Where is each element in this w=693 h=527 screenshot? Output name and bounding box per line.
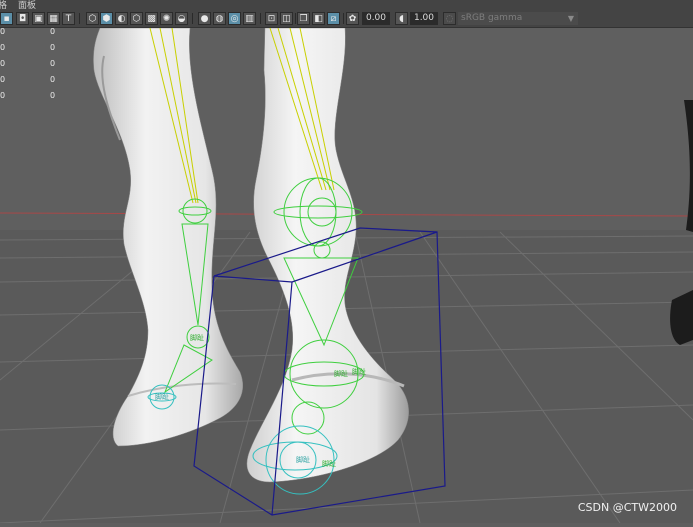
menu-bar: 格 面板	[0, 0, 693, 10]
toolbar-separator	[79, 13, 80, 24]
joint-label: 脚趾	[352, 367, 366, 376]
color-management-icon[interactable]: ◌	[443, 12, 456, 25]
toolbar-separator	[295, 13, 296, 24]
wireframe-on-shaded-icon[interactable]: ⬡	[130, 12, 143, 25]
field-chart-icon[interactable]: T	[62, 12, 75, 25]
film-gate-icon[interactable]: ▣	[32, 12, 45, 25]
camera-attributes-icon[interactable]: ◘	[16, 12, 29, 25]
toolbar-separator	[343, 13, 344, 24]
gamma-icon[interactable]: ◖	[395, 12, 408, 25]
color-space-label: sRGB gamma	[461, 13, 523, 23]
exposure-icon[interactable]: ✿	[346, 12, 359, 25]
gamma-field[interactable]: 1.00	[410, 12, 438, 25]
exposure-field[interactable]: 0.00	[362, 12, 390, 25]
backface-culling-icon[interactable]: ⧄	[327, 12, 340, 25]
xray-active-components-icon[interactable]: ◧	[312, 12, 325, 25]
isolate-select-icon[interactable]: ⊡	[265, 12, 278, 25]
xray-joints-icon[interactable]: ❐	[297, 12, 310, 25]
watermark: CSDN @CTW2000	[577, 501, 677, 514]
select-camera-icon[interactable]: ▪	[0, 12, 13, 25]
joint-label: 脚趾	[322, 459, 336, 468]
motion-blur-icon[interactable]: ◍	[213, 12, 226, 25]
menu-item-panels[interactable]: 面板	[18, 0, 36, 10]
joint-label: 脚趾	[190, 333, 204, 342]
lights-icon[interactable]: ✺	[160, 12, 173, 25]
default-material-icon[interactable]: ◐	[115, 12, 128, 25]
textured-icon[interactable]: ▩	[145, 12, 158, 25]
chevron-down-icon: ▼	[567, 14, 574, 23]
xray-icon[interactable]: ◫	[280, 12, 293, 25]
3d-viewport[interactable]: 脚趾 脚趾 脚趾 脚趾 脚趾 脚趾	[0, 27, 693, 524]
smooth-shade-icon[interactable]: ⬢	[100, 12, 113, 25]
depth-of-field-icon[interactable]: ▥	[243, 12, 256, 25]
toolbar-separator	[260, 13, 261, 24]
wireframe-icon[interactable]: ⬡	[86, 12, 99, 25]
toolbar-separator	[192, 13, 193, 24]
anti-aliasing-icon[interactable]: ◎	[228, 12, 241, 25]
color-space-dropdown[interactable]: sRGB gamma ▼	[458, 12, 578, 25]
joint-label: 脚趾	[334, 369, 348, 378]
viewport-toolbar: ▪ ◘ ▣ ▦ T ⬡ ⬢ ◐ ⬡ ▩ ✺ ◒ ● ◍ ◎ ▥ ⊡ ◫ ❐ ◧ …	[0, 10, 693, 28]
joint-label: 脚趾	[296, 455, 310, 464]
menu-item-grid[interactable]: 格	[0, 0, 7, 10]
joint-label: 脚趾	[155, 392, 169, 401]
shadows-icon[interactable]: ◒	[175, 12, 188, 25]
viewport-canvas: 脚趾 脚趾 脚趾 脚趾 脚趾 脚趾	[0, 27, 693, 524]
screen-space-ao-icon[interactable]: ●	[198, 12, 211, 25]
resolution-gate-icon[interactable]: ▦	[47, 12, 60, 25]
